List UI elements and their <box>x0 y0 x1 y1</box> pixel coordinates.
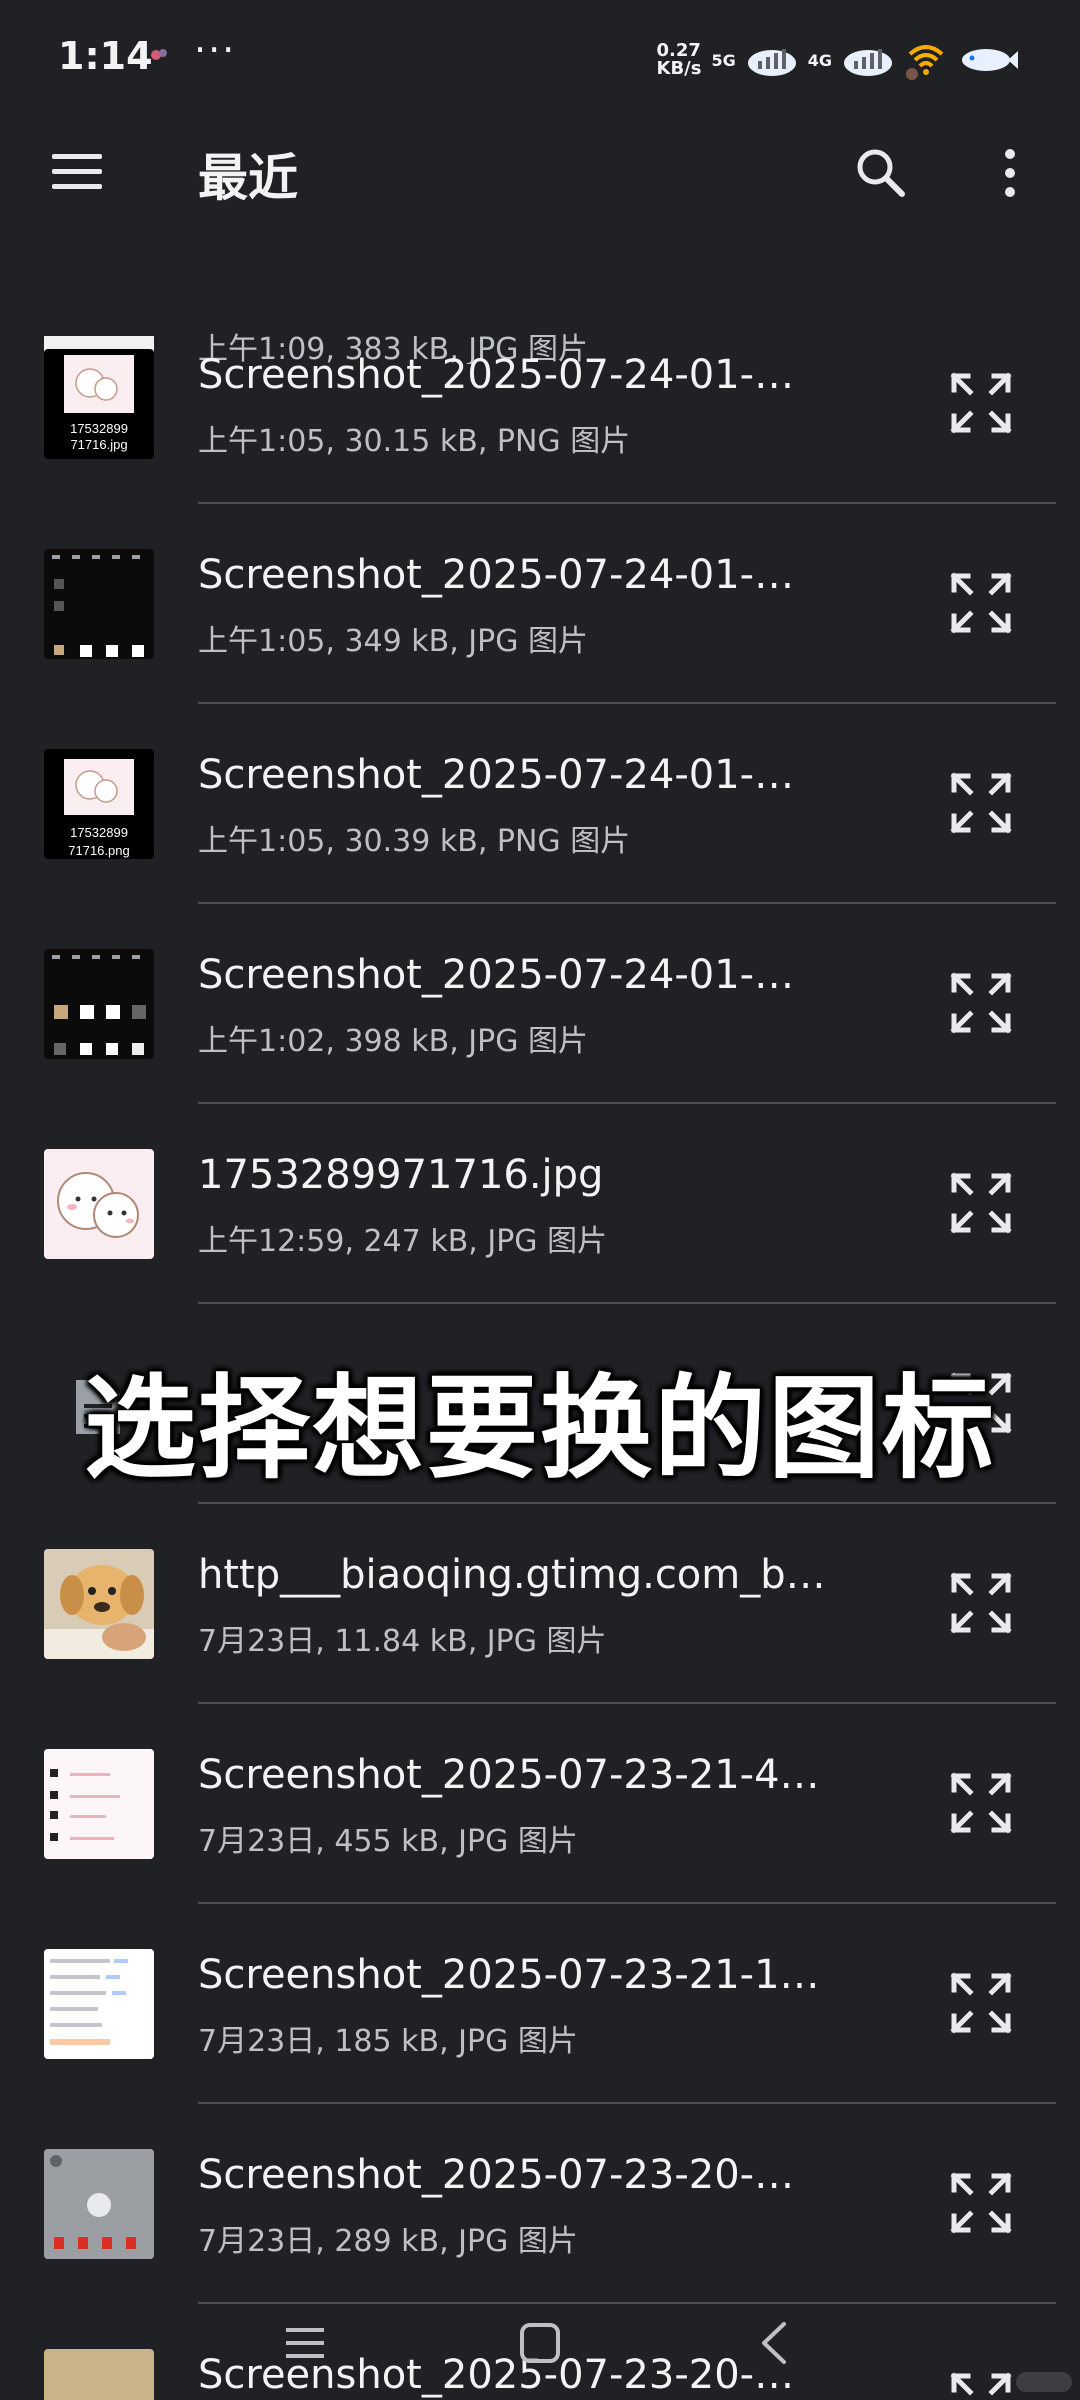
expand-icon[interactable] <box>946 1168 1016 1238</box>
file-name: 1753289971716.jpg <box>198 1152 604 1198</box>
file-meta: 上午1:05, 349 kB, JPG 图片 <box>198 624 588 659</box>
file-name: Screenshot_2025-07-24-01-… <box>198 752 795 798</box>
file-meta: 7月23日, 11.84 kB, JPG 图片 <box>198 1624 607 1659</box>
file-thumbnail: 17532899 71716.png <box>44 749 154 859</box>
list-item[interactable]: 17532899 71716.png Screenshot_2025-07-24… <box>0 704 1080 904</box>
file-thumbnail: 17532899 71716.jpg <box>44 349 154 459</box>
signal-5g-icon <box>747 49 796 76</box>
overlay-caption: 选择想要换的图标 <box>84 1364 996 1494</box>
expand-icon[interactable] <box>946 1568 1016 1638</box>
file-meta: 7月23日, 455 kB, JPG 图片 <box>198 1824 578 1859</box>
file-name: Screenshot_2025-07-24-01-… <box>198 952 795 998</box>
battery-fish-icon <box>962 49 1018 71</box>
file-meta: 上午1:05, 30.39 kB, PNG 图片 <box>198 824 631 859</box>
thumbnail-image <box>44 1949 154 2059</box>
file-meta: 上午1:02, 398 kB, JPG 图片 <box>198 1024 588 1059</box>
file-thumbnail <box>44 2149 154 2259</box>
list-item[interactable]: Screenshot_2025-07-24-01-… 上午1:02, 398 k… <box>0 904 1080 1104</box>
back-icon[interactable] <box>740 2308 810 2378</box>
status-time: 1:14 <box>58 34 153 78</box>
system-nav-bar <box>0 2290 1080 2400</box>
thumbnail-image <box>44 2149 154 2259</box>
thumbnail-image: 17532899 71716.jpg <box>64 355 134 452</box>
page-title: 最近 <box>198 149 298 207</box>
svg-text:17532899: 17532899 <box>70 825 128 840</box>
file-name: http___biaoqing.gtimg.com_b… <box>198 1552 826 1598</box>
watermark-badge <box>1016 2372 1072 2392</box>
file-meta: 上午1:05, 30.15 kB, PNG 图片 <box>198 424 631 459</box>
signal-4g-label: 4G <box>807 50 832 70</box>
file-thumbnail <box>44 549 154 659</box>
status-bar: 1:14 ··· 0.27 KB/s 5G 4G <box>0 0 1080 118</box>
notification-app-icon <box>151 49 167 60</box>
thumbnail-image <box>52 555 144 657</box>
expand-icon[interactable] <box>946 1968 1016 2038</box>
net-speed: 0.27 KB/s <box>656 40 702 79</box>
svg-text:71716.jpg: 71716.jpg <box>70 437 127 452</box>
expand-icon[interactable] <box>946 568 1016 638</box>
home-icon[interactable] <box>505 2308 575 2378</box>
thumbnail-image <box>44 1549 154 1659</box>
file-thumbnail <box>44 949 154 1059</box>
status-icons: 0.27 KB/s 5G 4G <box>657 36 1021 84</box>
recent-apps-icon[interactable] <box>270 2308 340 2378</box>
file-name: Screenshot_2025-07-24-01-… <box>198 552 795 598</box>
file-meta: 7月23日, 185 kB, JPG 图片 <box>198 2024 578 2059</box>
file-meta: 上午12:59, 247 kB, JPG 图片 <box>198 1224 608 1259</box>
list-item-partial[interactable]: 上午1:09, 383 kB, JPG 图片 <box>0 224 1080 364</box>
wifi-icon <box>906 45 944 80</box>
expand-icon[interactable] <box>946 368 1016 438</box>
file-thumbnail <box>44 1749 154 1859</box>
file-name: Screenshot_2025-07-23-20-… <box>198 2152 795 2198</box>
file-name: Screenshot_2025-07-23-21-1… <box>198 1952 820 1998</box>
thumbnail-image: 17532899 71716.png <box>64 759 134 858</box>
more-options-icon[interactable] <box>980 140 1040 206</box>
file-thumbnail <box>44 1949 154 2059</box>
signal-5g-label: 5G <box>711 50 736 70</box>
file-name: Screenshot_2025-07-24-01-… <box>198 352 795 398</box>
thumbnail-image <box>52 955 146 1055</box>
list-item[interactable]: Screenshot_2025-07-23-21-1… 7月23日, 185 k… <box>0 1904 1080 2104</box>
thumbnail-image <box>57 1172 139 1238</box>
menu-icon[interactable] <box>40 140 114 202</box>
list-item[interactable]: Screenshot_2025-07-24-01-… 上午1:05, 349 k… <box>0 504 1080 704</box>
list-item[interactable]: http___biaoqing.gtimg.com_b… 7月23日, 11.8… <box>0 1504 1080 1704</box>
file-meta: 7月23日, 289 kB, JPG 图片 <box>198 2224 578 2259</box>
search-icon[interactable] <box>848 140 914 206</box>
file-thumbnail <box>44 1149 154 1259</box>
expand-icon[interactable] <box>946 968 1016 1038</box>
expand-icon[interactable] <box>946 768 1016 838</box>
status-overflow-dots: ··· <box>194 28 237 72</box>
file-name: Screenshot_2025-07-23-21-4… <box>198 1752 820 1798</box>
svg-text:17532899: 17532899 <box>70 421 128 436</box>
signal-4g-icon <box>844 49 892 76</box>
list-item[interactable]: 1753289971716.jpg 上午12:59, 247 kB, JPG 图… <box>0 1104 1080 1304</box>
list-item[interactable]: 17532899 71716.jpg Screenshot_2025-07-24… <box>0 304 1080 504</box>
expand-icon[interactable] <box>946 1768 1016 1838</box>
svg-text:71716.png: 71716.png <box>68 843 129 858</box>
list-item[interactable]: Screenshot_2025-07-23-21-4… 7月23日, 455 k… <box>0 1704 1080 1904</box>
list-item[interactable]: Screenshot_2025-07-23-20-… 7月23日, 289 kB… <box>0 2104 1080 2304</box>
thumbnail-image <box>44 1749 154 1859</box>
expand-icon[interactable] <box>946 2168 1016 2238</box>
file-thumbnail <box>44 1549 154 1659</box>
app-bar: 最近 <box>0 118 1080 224</box>
